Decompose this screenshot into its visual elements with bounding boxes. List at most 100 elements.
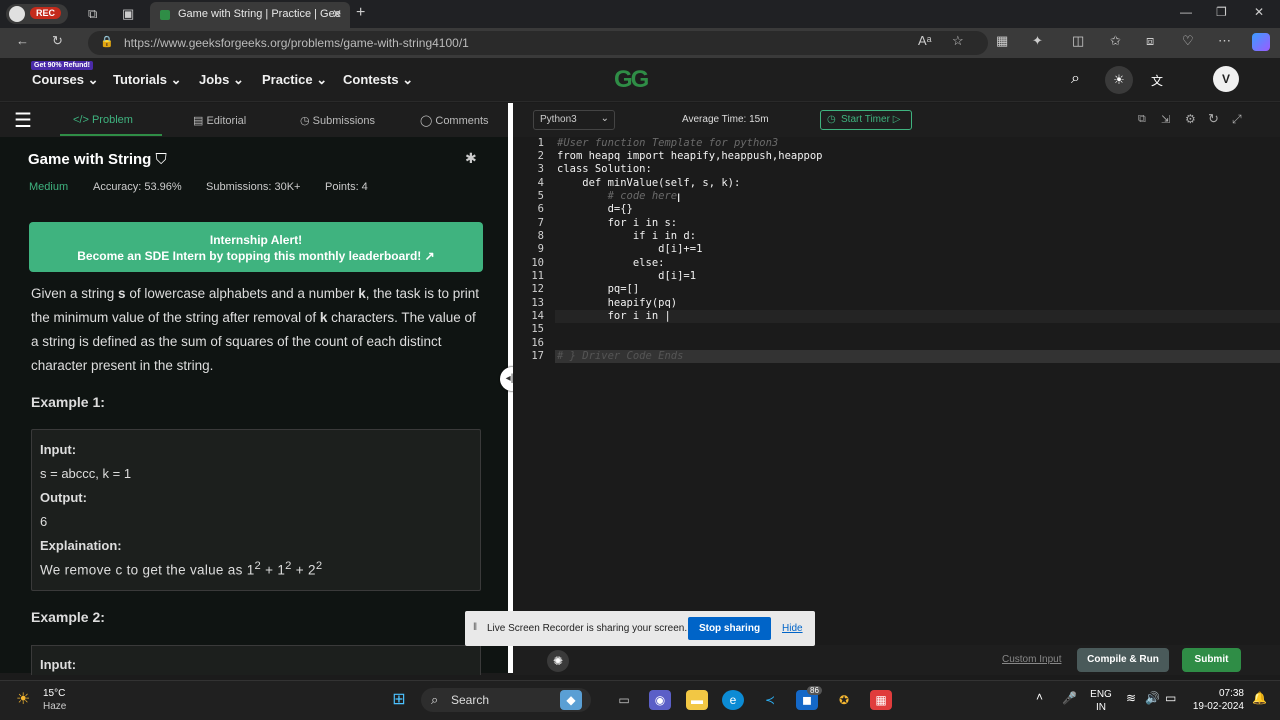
translate-icon[interactable]: 文 bbox=[1151, 72, 1163, 89]
export-icon[interactable]: ⇲ bbox=[1161, 113, 1170, 126]
browser-essentials-icon[interactable]: ♡ bbox=[1182, 33, 1194, 49]
average-time-label: Average Time: 15m bbox=[682, 114, 769, 125]
workspaces-icon[interactable]: ⧉ bbox=[88, 6, 97, 22]
tab-actions-icon[interactable]: ▣ bbox=[122, 6, 134, 22]
language-select[interactable]: Python3 ⌄ bbox=[533, 110, 615, 130]
user-avatar[interactable]: V bbox=[1213, 66, 1239, 92]
task-view-icon[interactable]: ▭ bbox=[613, 690, 635, 710]
drag-handle-icon[interactable]: ‖ bbox=[473, 622, 477, 633]
active-tab-indicator bbox=[60, 134, 162, 136]
chevron-up-icon[interactable]: ˄ bbox=[1036, 690, 1043, 704]
file-explorer-icon[interactable]: ▬ bbox=[686, 690, 708, 710]
gfg-favicon-icon bbox=[160, 10, 170, 20]
example-2-box bbox=[31, 645, 481, 675]
tab-submissions[interactable]: ◷ Submissions bbox=[300, 114, 375, 127]
timer-icon: ◷ bbox=[827, 114, 836, 125]
nav-jobs[interactable]: Jobs ⌄ bbox=[199, 72, 244, 88]
external-link-icon: ↗ bbox=[424, 249, 435, 263]
nav-contests[interactable]: Contests ⌄ bbox=[343, 72, 413, 88]
clock-time[interactable]: 07:38 bbox=[1190, 688, 1244, 699]
line-number: 13 bbox=[531, 297, 544, 309]
recorder-icon[interactable]: ▦ bbox=[870, 690, 892, 710]
tab-title: Game with String | Practice | Gee bbox=[178, 8, 341, 20]
chat-icon[interactable]: ◉ bbox=[649, 690, 671, 710]
play-icon: ▷ bbox=[892, 114, 901, 125]
compile-run-button[interactable]: Compile & Run bbox=[1077, 648, 1169, 672]
browser-tab-active[interactable]: Game with String | Practice | Gee ✕ bbox=[150, 2, 350, 28]
favorite-star-icon[interactable]: ☆ bbox=[952, 33, 964, 49]
timer-label: Start Timer bbox=[841, 114, 890, 125]
windows-start-icon[interactable]: ⊞ bbox=[388, 690, 410, 710]
battery-icon[interactable]: ▭ bbox=[1165, 691, 1176, 705]
refresh-icon[interactable]: ↻ bbox=[52, 33, 63, 49]
nav-practice[interactable]: Practice ⌄ bbox=[262, 72, 327, 88]
gfg-logo[interactable]: GG bbox=[614, 66, 649, 94]
internship-banner[interactable]: Internship Alert! Become an SDE Intern b… bbox=[29, 222, 483, 272]
volume-icon[interactable]: 🔊 bbox=[1145, 691, 1160, 705]
more-menu-icon[interactable]: ⋯ bbox=[1218, 33, 1231, 49]
split-screen-icon[interactable]: ◫ bbox=[1072, 33, 1084, 49]
new-tab-icon[interactable]: + bbox=[356, 4, 365, 22]
language-label: ENG bbox=[1090, 689, 1112, 700]
favorites-icon[interactable]: ✩ bbox=[1110, 33, 1121, 49]
tab-comments[interactable]: ◯ Comments bbox=[420, 114, 489, 127]
code-line: d={} bbox=[557, 203, 633, 215]
code-line: d[i]=1 bbox=[557, 270, 697, 282]
close-tab-icon[interactable]: ✕ bbox=[332, 7, 342, 21]
extensions-icon[interactable]: ✦ bbox=[1032, 33, 1043, 49]
input-language[interactable]: ENG IN bbox=[1090, 688, 1112, 714]
reset-icon[interactable]: ↻ bbox=[1208, 111, 1219, 127]
stop-sharing-button[interactable]: Stop sharing bbox=[688, 617, 771, 640]
bookmark-icon[interactable]: ⛉ bbox=[151, 151, 167, 168]
weather-icon[interactable]: ☀ bbox=[16, 689, 30, 709]
line-number: 3 bbox=[537, 163, 544, 175]
read-aloud-icon[interactable]: Aᵃ bbox=[918, 33, 932, 48]
close-window-icon[interactable]: ✕ bbox=[1254, 5, 1264, 19]
hamburger-menu-icon[interactable]: ☰ bbox=[14, 108, 32, 133]
windows-taskbar bbox=[0, 680, 1280, 720]
explain-text: + 2 bbox=[291, 562, 316, 578]
notifications-bell-icon[interactable]: 🔔 bbox=[1252, 691, 1267, 705]
code-line: for i in | bbox=[557, 310, 671, 322]
copy-icon[interactable]: ⧉ bbox=[1138, 113, 1146, 126]
copilot-icon[interactable] bbox=[1252, 33, 1270, 51]
nav-label: Contests bbox=[343, 72, 399, 87]
tab-editorial[interactable]: ▤ Editorial bbox=[193, 114, 246, 127]
nav-courses[interactable]: Courses ⌄ bbox=[32, 72, 99, 88]
maximize-icon[interactable]: ❐ bbox=[1216, 5, 1227, 19]
medal-icon[interactable]: ✪ bbox=[833, 690, 855, 710]
hide-link[interactable]: Hide bbox=[782, 623, 803, 634]
minimize-icon[interactable]: — bbox=[1180, 5, 1192, 19]
bug-report-icon[interactable]: ✱ bbox=[465, 150, 477, 167]
back-icon[interactable]: ← bbox=[16, 33, 29, 48]
nav-tutorials[interactable]: Tutorials ⌄ bbox=[113, 72, 181, 88]
weather-temperature[interactable]: 15°C bbox=[43, 688, 65, 699]
chevron-down-icon: ⌄ bbox=[316, 72, 328, 87]
banner-title: Internship Alert! bbox=[209, 233, 303, 247]
input-label: Input: bbox=[40, 442, 77, 457]
search-label: Search bbox=[451, 693, 490, 707]
code-line: class Solution: bbox=[557, 163, 652, 175]
line-number: 5 bbox=[537, 190, 544, 202]
screenshot-icon[interactable]: ▦ bbox=[996, 33, 1008, 49]
example-2-heading: Example 2: bbox=[31, 609, 105, 625]
custom-input-link[interactable]: Custom Input bbox=[1002, 654, 1061, 665]
clock-date[interactable]: 19-02-2024 bbox=[1190, 701, 1244, 712]
start-timer-button[interactable]: Start Timer ▷ ◷ bbox=[820, 110, 912, 130]
weather-condition[interactable]: Haze bbox=[43, 701, 66, 712]
tab-problem[interactable]: </> Problem bbox=[73, 114, 133, 126]
collections-icon[interactable]: ⧈ bbox=[1146, 33, 1154, 49]
fullscreen-icon[interactable]: ⤢ bbox=[1232, 112, 1242, 127]
search-icon[interactable]: ⌕ bbox=[1071, 70, 1080, 88]
theme-toggle-icon[interactable]: ☀ bbox=[1105, 66, 1133, 94]
profile-rec-button[interactable]: REC bbox=[6, 4, 68, 24]
search-highlight-icon[interactable]: ◆ bbox=[560, 690, 582, 710]
wifi-icon[interactable]: ≋ bbox=[1126, 691, 1136, 705]
microphone-icon[interactable]: 🎤 bbox=[1062, 691, 1077, 705]
submit-button[interactable]: Submit bbox=[1182, 648, 1241, 672]
edge-browser-icon[interactable]: e bbox=[722, 690, 744, 710]
settings-gear-icon[interactable]: ⚙ bbox=[1185, 112, 1196, 126]
lightbulb-icon[interactable]: ✺ bbox=[547, 650, 569, 672]
address-bar[interactable]: 🔒 https://www.geeksforgeeks.org/problems… bbox=[88, 31, 988, 55]
vscode-icon[interactable]: ≺ bbox=[759, 690, 781, 710]
